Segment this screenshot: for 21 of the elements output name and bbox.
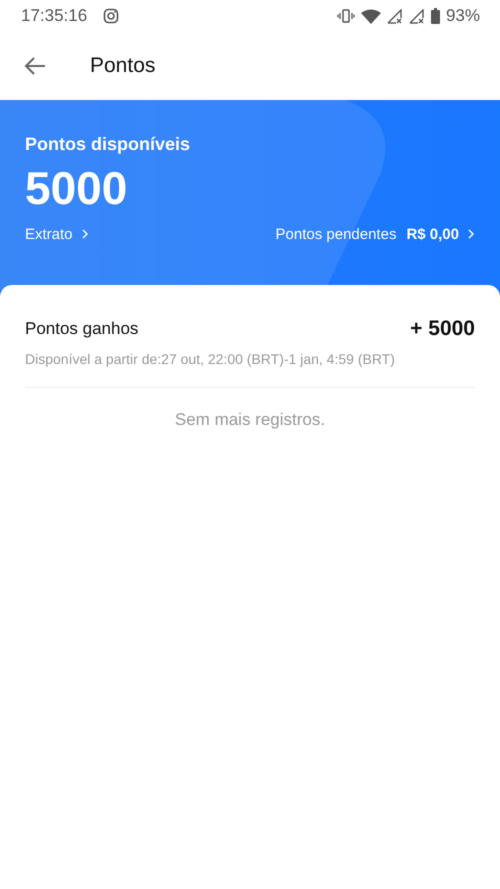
record-amount: + 5000 <box>410 317 475 341</box>
record-detail: Disponível a partir de:27 out, 22:00 (BRT)-1 jan, 4:59 (BRT) <box>25 351 396 367</box>
chevron-icon <box>467 229 475 240</box>
chevron-icon <box>80 229 89 240</box>
record-title: Pontos ganhos <box>25 319 138 339</box>
back-arrow-icon <box>24 57 46 75</box>
signal-icon <box>408 8 425 24</box>
battery-icon <box>430 8 440 24</box>
vibrate-icon <box>336 9 355 23</box>
status-time: 17:35:16 <box>21 6 88 26</box>
wifi-icon <box>360 8 381 24</box>
back-button[interactable] <box>24 57 46 75</box>
page-title: Pontos <box>90 54 156 78</box>
battery-percent: 93% <box>446 6 480 26</box>
camera-app-icon <box>103 8 120 24</box>
statement-link[interactable]: Extrato <box>25 226 89 243</box>
end-message: Sem mais registros. <box>174 410 326 430</box>
points-value: 5000 <box>25 163 128 214</box>
pending-points-link[interactable]: Pontos pendentes R$ 0,00 <box>276 226 475 243</box>
signal-icon <box>386 8 403 24</box>
points-label: Pontos disponíveis <box>25 134 192 155</box>
